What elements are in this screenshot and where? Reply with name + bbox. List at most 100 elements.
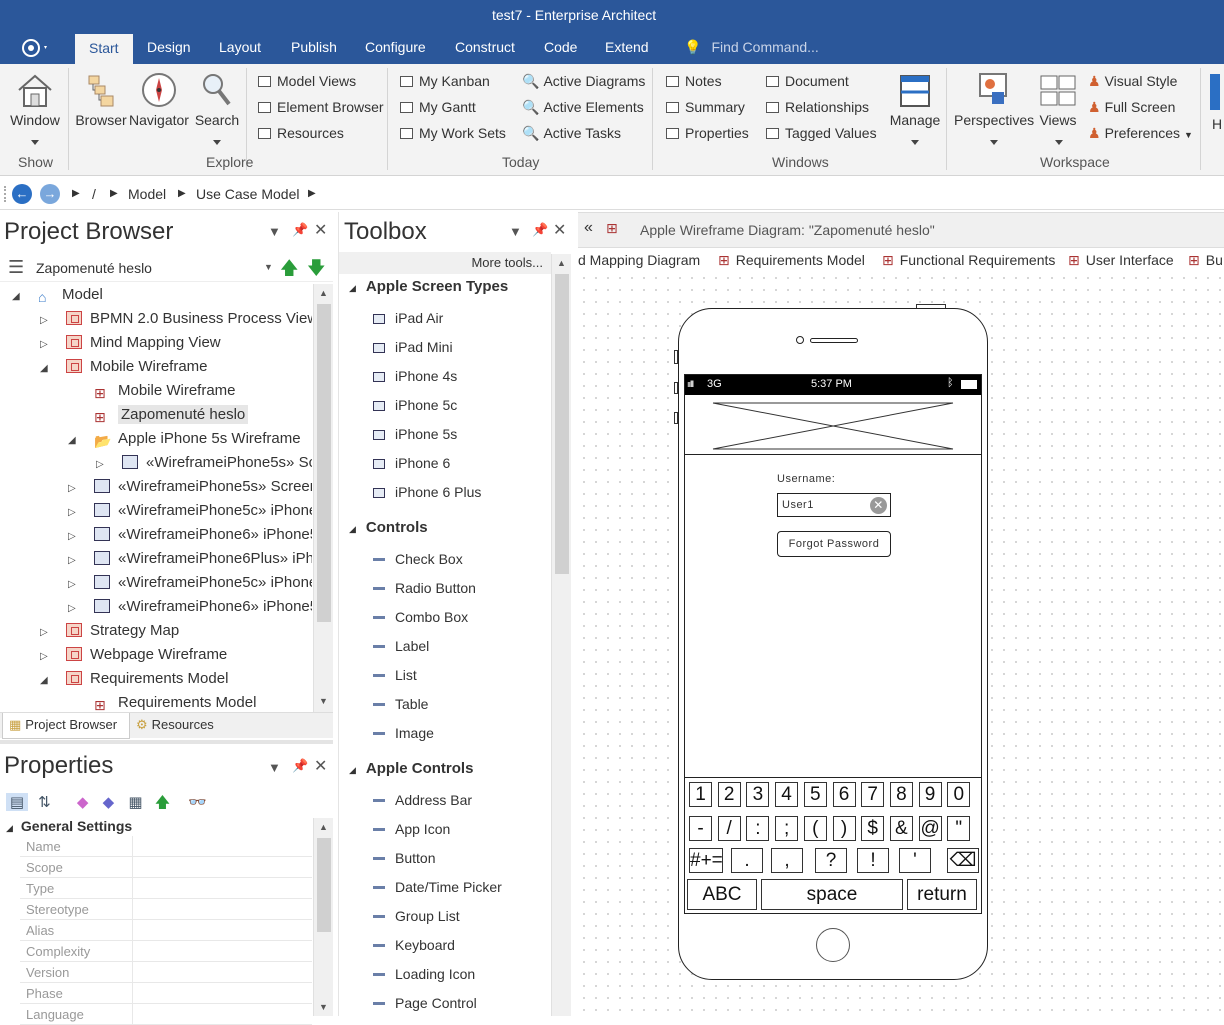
toolbox-item[interactable]: iPhone 5s [373,426,457,442]
tab-user-interface[interactable]: ⊞ User Interface [1068,252,1174,269]
tab-functional-requirements[interactable]: ⊞ Functional Requirements [882,252,1055,269]
tree-item[interactable]: ▷ «WireframeiPhone5s» Screen [68,478,312,502]
property-row[interactable]: Scope [20,857,312,878]
tree-item[interactable]: ◢ ⌂ Model [12,286,103,310]
chevron-down-icon[interactable]: ▼ [509,224,522,239]
manage-button[interactable]: Manage [886,70,944,128]
space-key[interactable]: space [761,879,903,910]
toolbox-item[interactable]: iPhone 5c [373,397,457,413]
toolbox-group-header[interactable]: ◢ Apple Screen Types [349,278,508,295]
collapsed-arrow-icon[interactable]: ▷ [68,531,80,542]
tab-start[interactable]: Start [75,34,133,64]
active-diagrams-button[interactable]: 🔍 Active Diagrams [522,73,645,90]
collapsed-arrow-icon[interactable]: ▷ [68,507,80,518]
chevron-right-icon[interactable]: ▶ [110,188,118,199]
chevron-right-icon[interactable]: ▶ [72,188,80,199]
keyboard-key[interactable]: ) [832,816,856,841]
keyboard-key[interactable]: @ [918,816,942,841]
property-row[interactable]: Name [20,836,312,857]
collapse-icon[interactable]: « [584,219,593,237]
keyboard-key[interactable]: ' [899,848,931,873]
clear-icon[interactable]: ✕ [870,497,887,514]
property-row[interactable]: Type [20,878,312,899]
expanded-arrow-icon[interactable]: ◢ [40,363,52,374]
collapsed-arrow-icon[interactable]: ▷ [40,651,52,662]
tab-construct[interactable]: Construct [455,39,515,55]
tree-item[interactable]: ▷ «WireframeiPhone6Plus» iPho [68,550,312,574]
tree-item[interactable]: ◢ 📂 Apple iPhone 5s Wireframe [68,430,301,454]
toolbox-item[interactable]: Radio Button [373,580,476,596]
toolbox-item[interactable]: Loading Icon [373,966,475,982]
diamond-icon[interactable]: ◆ [77,794,89,811]
app-menu-icon[interactable] [20,36,47,60]
close-icon[interactable]: ✕ [314,756,327,776]
keyboard-key[interactable]: $ [861,816,885,841]
keyboard-key[interactable]: . [731,848,763,873]
chevron-right-icon[interactable]: ▶ [178,188,186,199]
diagram-canvas[interactable]: ıılll 3G 5:37 PM ᛒ Username: User1 ✕ For… [578,272,1224,1016]
toolbox-scrollbar[interactable]: ▲ [551,254,571,1016]
pin-icon[interactable]: 📌 [532,222,548,238]
keyboard-key[interactable]: ; [775,816,799,841]
keyboard[interactable]: 1 2 3 4 5 6 7 8 9 0 - /:;() $ & @ " #+=.,?! ' ⌫ ABC space ret… [685,777,981,913]
toolbox-item[interactable]: Address Bar [373,792,472,808]
close-icon[interactable]: ✕ [314,220,327,240]
summary-button[interactable]: Summary [666,99,745,115]
return-key[interactable]: return [907,879,977,910]
views-button[interactable]: Views [1036,70,1080,128]
window-dropdown-icon[interactable] [31,140,39,145]
find-command[interactable]: 💡 Find Command... [684,39,819,56]
tree-item[interactable]: ▷ BPMN 2.0 Business Process View [40,310,312,334]
tree-scrollbar[interactable]: ▲ ▼ [313,284,333,712]
chevron-down-icon[interactable]: ▼ [268,760,281,775]
collapsed-arrow-icon[interactable]: ▷ [40,339,52,350]
property-row[interactable]: Alias [20,920,312,941]
back-icon[interactable]: ← [12,184,32,204]
pin-icon[interactable]: 📌 [292,222,308,238]
breadcrumb-use-case-model[interactable]: Use Case Model [196,186,300,202]
pin-icon[interactable]: 📌 [292,758,308,774]
keyboard-key[interactable]: ? [815,848,847,873]
toolbox-item[interactable]: Table [373,696,428,712]
my-work-sets-button[interactable]: My Work Sets [400,125,506,141]
tab-bu[interactable]: ⊞ Bu [1188,252,1223,269]
perspectives-button[interactable]: Perspectives [954,70,1034,128]
tree-item[interactable]: ▷ Mind Mapping View [40,334,221,358]
model-views-button[interactable]: Model Views [258,73,356,89]
keyboard-key[interactable]: 2 [717,782,741,807]
keyboard-key[interactable]: ( [803,816,827,841]
expanded-arrow-icon[interactable]: ◢ [68,435,80,446]
username-input[interactable]: User1 ✕ [777,493,891,517]
tree-item[interactable]: ⊞ Requirements Model [68,694,256,712]
tree-item[interactable]: ◢ Requirements Model [40,670,228,694]
collapsed-arrow-icon[interactable]: ▷ [40,627,52,638]
scroll-thumb[interactable] [555,274,569,574]
active-elements-button[interactable]: 🔍 Active Elements [522,99,644,116]
active-tasks-button[interactable]: 🔍 Active Tasks [522,125,621,142]
tab-extend[interactable]: Extend [605,39,649,55]
relationships-button[interactable]: Relationships [766,99,869,115]
tab-design[interactable]: Design [147,39,191,55]
toolbox-item[interactable]: Button [373,850,435,866]
properties-page-icon[interactable]: ▦ [128,794,142,811]
keyboard-key[interactable]: 7 [861,782,885,807]
tree-item[interactable]: ▷ «WireframeiPhone5c» iPhone [68,574,312,598]
tree-item[interactable]: ▷ «WireframeiPhone5c» iPhone [68,502,312,526]
toolbox-group-header[interactable]: ◢ Controls [349,519,428,536]
search-button[interactable]: Search [194,70,240,128]
keyboard-key[interactable]: & [889,816,913,841]
toolbox-item[interactable]: Keyboard [373,937,455,953]
keyboard-key[interactable]: 8 [889,782,913,807]
forward-icon[interactable]: → [40,184,60,204]
tab-requirements-model[interactable]: ⊞ Requirements Model [718,252,865,269]
collapsed-arrow-icon[interactable]: ▷ [68,579,80,590]
image-placeholder[interactable] [685,397,981,455]
tree-item[interactable]: ⊞ Zapomenuté heslo [68,405,249,430]
toolbox-item[interactable]: Image [373,725,434,741]
keyboard-key[interactable]: 4 [775,782,799,807]
browser-selector[interactable]: Zapomenuté heslo [36,260,152,276]
document-button[interactable]: Document [766,73,849,89]
keyboard-key[interactable]: 6 [832,782,856,807]
panel-splitter[interactable] [0,740,333,744]
toolbox-item[interactable]: List [373,667,417,683]
